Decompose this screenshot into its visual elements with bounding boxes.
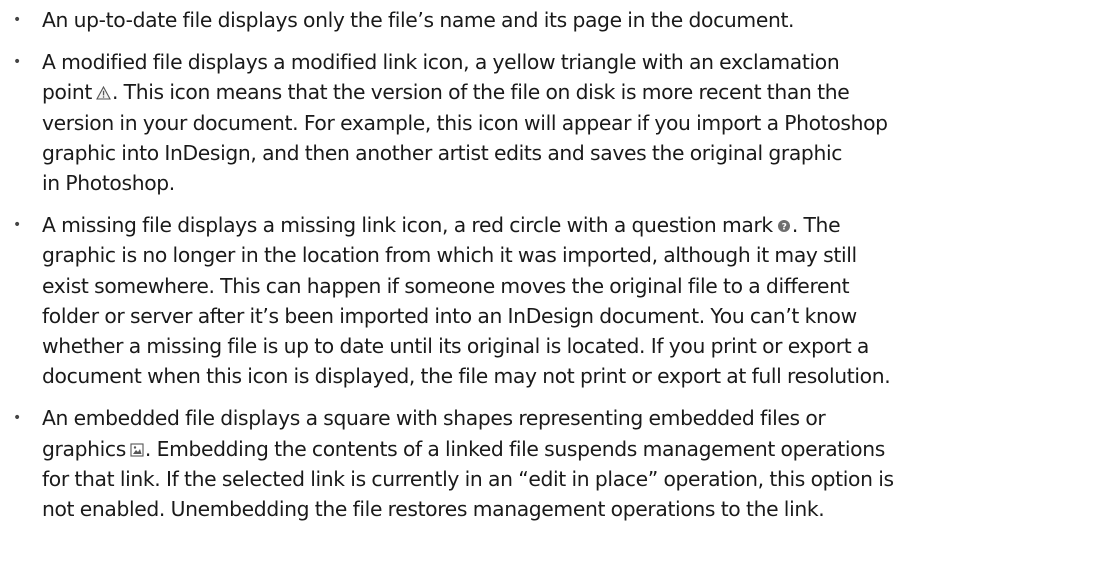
text-line: graphic into InDesign, and then another …: [42, 140, 843, 165]
text-line: not enabled. Unembedding the file restor…: [42, 497, 825, 522]
bullet-icon: •: [13, 410, 21, 427]
text-fragment: A missing file displays a missing link i…: [42, 213, 773, 238]
text-line-with-icon: A missing file displays a missing link i…: [42, 210, 1099, 240]
text-line: in Photoshop.: [42, 171, 175, 196]
list-item-embedded: • An embedded file displays a square wit…: [0, 403, 1105, 524]
text-line: graphic is no longer in the location fro…: [42, 243, 857, 268]
text-line: A modified file displays a modified link…: [42, 50, 840, 75]
text-line-with-icon: point . This icon means that the version …: [42, 77, 1099, 107]
bullet-icon: •: [13, 12, 21, 28]
bullet-icon: •: [13, 217, 21, 234]
text-line: version in your document. For example, t…: [42, 110, 888, 135]
link-status-list: • An up-to-date file displays only the f…: [0, 5, 1105, 536]
bullet-icon: •: [13, 54, 21, 71]
text-line: document when this icon is displayed, th…: [42, 364, 891, 389]
embedded-file-icon: [130, 443, 144, 457]
text-line: whether a missing file is up to date unt…: [42, 334, 869, 359]
text-fragment: . This icon means that the version of th…: [111, 80, 850, 105]
document-page: • An up-to-date file displays only the f…: [0, 0, 1105, 587]
list-item-modified: • A modified file displays a modified li…: [0, 47, 1105, 198]
list-item-up-to-date: • An up-to-date file displays only the f…: [0, 5, 1105, 35]
text-fragment: . Embedding the contents of a linked fil…: [144, 436, 885, 461]
text-fragment: . The: [791, 213, 841, 238]
text-line: for that link. If the selected link is c…: [42, 466, 894, 491]
svg-text:?: ?: [781, 223, 786, 233]
text-line: An embedded file displays a square with …: [42, 406, 826, 431]
text-fragment: graphics: [42, 436, 126, 461]
text-line: exist somewhere. This can happen if some…: [42, 273, 850, 298]
text-fragment: point: [42, 80, 92, 105]
warning-triangle-icon: [96, 86, 111, 100]
text-line-with-icon: graphics . Embedding the contents of a li…: [42, 434, 1099, 464]
missing-link-icon: ?: [777, 219, 791, 233]
text-line: An up-to-date file displays only the fil…: [42, 8, 795, 32]
list-item-missing: • A missing file displays a missing link…: [0, 210, 1105, 391]
text-line: folder or server after it’s been importe…: [42, 303, 857, 328]
